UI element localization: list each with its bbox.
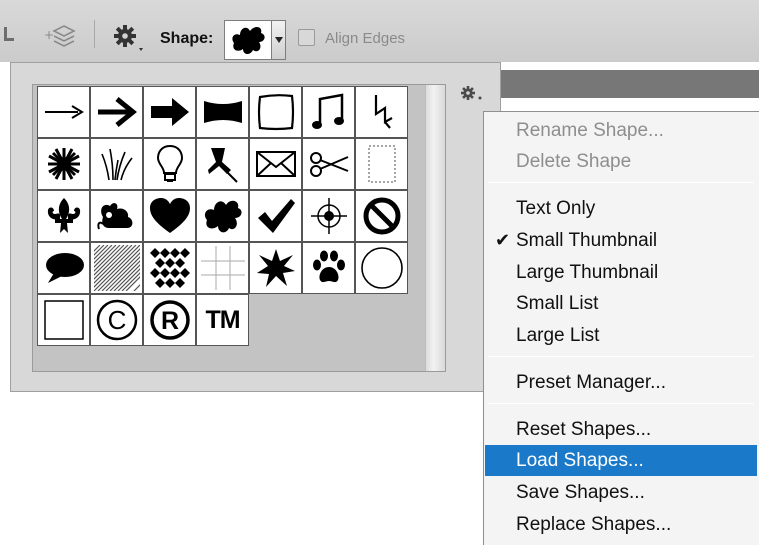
menu-item-save-shapes[interactable]: Save Shapes...	[485, 477, 757, 508]
envelope-shape[interactable]	[249, 138, 302, 190]
lightbulb-shape[interactable]	[143, 138, 196, 190]
gear-icon[interactable]	[110, 22, 146, 52]
menu-item-small-thumbnail[interactable]: ✔ Small Thumbnail	[485, 225, 757, 256]
trademark-shape[interactable]: TM	[196, 294, 249, 346]
menu-item-label: Small Thumbnail	[516, 230, 658, 251]
shape-grid-frame: C R TM	[32, 84, 446, 372]
menu-separator	[488, 182, 754, 183]
shape-picker-button[interactable]	[224, 20, 286, 60]
shape-grid-scrollbar[interactable]	[425, 85, 445, 371]
screenshot-stage: + Shape: Align Edges C R TM Rename Shape…	[0, 0, 759, 545]
banner-shape[interactable]	[196, 86, 249, 138]
square-frame-shape[interactable]	[249, 86, 302, 138]
menu-item-large-list[interactable]: Large List	[485, 320, 757, 351]
starburst-shape[interactable]	[37, 138, 90, 190]
copyright-shape[interactable]: C	[90, 294, 143, 346]
target-shape[interactable]	[302, 190, 355, 242]
menu-item-reset-shapes[interactable]: Reset Shapes...	[485, 414, 757, 445]
menu-item-label: Preset Manager...	[516, 372, 666, 393]
diagonal-lines-shape[interactable]	[90, 242, 143, 294]
chevron-down-icon[interactable]	[272, 20, 286, 60]
menu-item-text-only[interactable]: Text Only	[485, 193, 757, 224]
trademark-glyph: TM	[205, 305, 240, 334]
menu-item-label: Load Shapes...	[516, 450, 644, 471]
diamond-pattern-shape[interactable]	[143, 242, 196, 294]
align-edges-checkbox[interactable]	[298, 29, 315, 46]
explosion-shape[interactable]	[249, 242, 302, 294]
thin-arrow-shape[interactable]	[37, 86, 90, 138]
shape-label: Shape:	[160, 30, 214, 47]
menu-item-label: Text Only	[516, 198, 596, 219]
menu-item-label: Large Thumbnail	[516, 262, 659, 283]
checkmark-shape[interactable]	[249, 190, 302, 242]
menu-item-delete-shape[interactable]: Delete Shape	[485, 146, 757, 177]
splat-shape-icon[interactable]	[224, 20, 272, 60]
layers-icon[interactable]: +	[42, 22, 78, 50]
music-notes-shape[interactable]	[302, 86, 355, 138]
svg-text:C: C	[107, 305, 126, 335]
heart-shape[interactable]	[143, 190, 196, 242]
tool-icon[interactable]	[0, 24, 18, 46]
menu-item-replace-shapes[interactable]: Replace Shapes...	[485, 509, 757, 540]
splat-shape[interactable]	[196, 190, 249, 242]
menu-item-rename-shape[interactable]: Rename Shape...	[485, 115, 757, 146]
circle-frame-shape[interactable]	[355, 242, 408, 294]
menu-item-label: Large List	[516, 325, 600, 346]
stamp-frame-shape[interactable]	[355, 138, 408, 190]
speech-bubble-shape[interactable]	[37, 242, 90, 294]
pushpin-shape[interactable]	[196, 138, 249, 190]
menu-item-large-thumbnail[interactable]: Large Thumbnail	[485, 257, 757, 288]
menu-item-label: Small List	[516, 293, 599, 314]
no-symbol-shape[interactable]	[355, 190, 408, 242]
toolbar-separator	[94, 20, 95, 48]
menu-separator	[488, 403, 754, 404]
bold-arrow-shape[interactable]	[143, 86, 196, 138]
menu-item-label: Reset Shapes...	[516, 419, 652, 440]
lightning-shape[interactable]	[355, 86, 408, 138]
menu-separator	[488, 356, 754, 357]
menu-item-small-list[interactable]: Small List	[485, 288, 757, 319]
shape-panel-menu: Rename Shape... Delete Shape Text Only ✔…	[483, 111, 759, 545]
svg-text:+: +	[44, 28, 54, 42]
menu-item-label: Rename Shape...	[516, 120, 664, 141]
grass-shape[interactable]	[90, 138, 143, 190]
menu-item-label: Delete Shape	[516, 151, 632, 172]
square-frame-outline-shape[interactable]	[37, 294, 90, 346]
paw-print-shape[interactable]	[302, 242, 355, 294]
align-edges-label: Align Edges	[325, 30, 406, 47]
shape-picker-panel: C R TM	[10, 62, 501, 392]
scissors-shape[interactable]	[302, 138, 355, 190]
panel-menu-gear-icon[interactable]	[460, 85, 484, 103]
ornament-shape[interactable]	[90, 190, 143, 242]
menu-item-load-shapes[interactable]: Load Shapes...	[485, 445, 757, 476]
svg-text:R: R	[160, 307, 178, 335]
arrow-shape[interactable]	[90, 86, 143, 138]
registered-shape[interactable]: R	[143, 294, 196, 346]
fleur-de-lis-shape[interactable]	[37, 190, 90, 242]
grid-shape[interactable]	[196, 242, 249, 294]
menu-item-preset-manager[interactable]: Preset Manager...	[485, 367, 757, 398]
menu-item-label: Replace Shapes...	[516, 514, 672, 535]
checkmark-icon: ✔	[495, 230, 511, 250]
menu-item-label: Save Shapes...	[516, 482, 645, 503]
options-bar: + Shape: Align Edges	[0, 0, 759, 62]
